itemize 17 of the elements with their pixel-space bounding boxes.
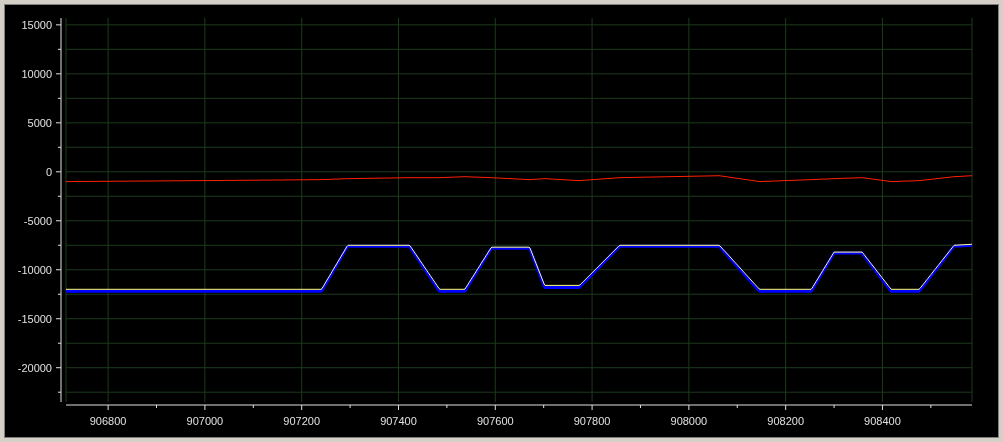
tick-label: 907800 xyxy=(573,415,611,427)
tick-label: 15000 xyxy=(21,18,52,31)
tick-label: 907600 xyxy=(476,415,514,427)
tick-label: 908200 xyxy=(767,415,805,427)
tick-label: -5000 xyxy=(23,214,52,227)
tick-label: 907000 xyxy=(186,415,224,427)
tick-label: 908400 xyxy=(864,415,901,427)
tick-label: 10000 xyxy=(21,67,52,80)
tick-label: -15000 xyxy=(17,312,52,325)
tick-label: 906800 xyxy=(89,415,127,427)
tick-label: 5000 xyxy=(27,116,52,129)
tick-label: -20000 xyxy=(17,361,52,374)
tick-label: 907400 xyxy=(380,415,417,427)
tick-label: 907200 xyxy=(283,415,321,427)
tick-label: 908000 xyxy=(670,415,708,427)
tick-label: -10000 xyxy=(17,263,52,276)
tick-label: 0 xyxy=(45,165,52,178)
